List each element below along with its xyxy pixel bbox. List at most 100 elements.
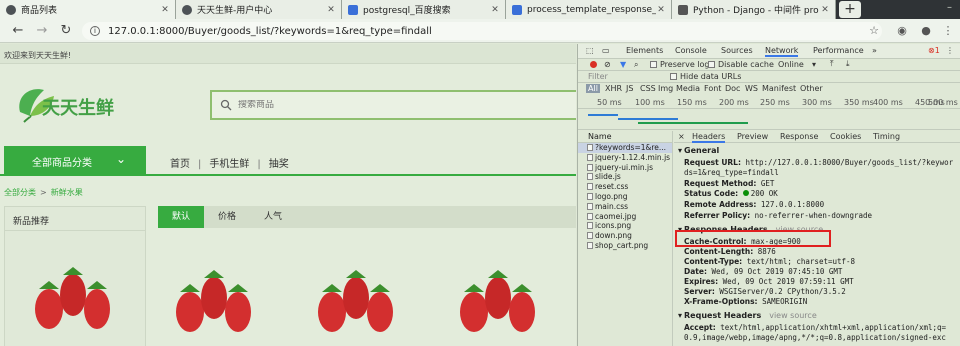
record-icon[interactable]	[590, 61, 597, 68]
type-img[interactable]: Img	[658, 84, 673, 93]
import-icon[interactable]: ⤒	[830, 59, 834, 69]
timeline-overview[interactable]	[578, 110, 960, 130]
extension-icon[interactable]: ◉	[894, 23, 910, 39]
nav-home[interactable]: 首页	[170, 159, 190, 170]
breadcrumb-fruit[interactable]: 新鲜水果	[51, 188, 83, 197]
address-url: 127.0.0.1:8000/Buyer/goods_list/?keyword…	[108, 25, 432, 37]
device-toolbar-icon[interactable]: ▭	[602, 46, 610, 55]
sort-popularity[interactable]: 人气	[250, 206, 296, 228]
tab-django-middleware[interactable]: Python - Django - 中间件 pro ✕	[672, 0, 836, 19]
reload-icon[interactable]: ↻	[58, 23, 74, 39]
tab-sources[interactable]: Sources	[721, 46, 753, 55]
more-tabs-icon[interactable]: »	[872, 46, 877, 55]
type-other[interactable]: Other	[800, 84, 823, 93]
request-row[interactable]: jquery-ui.min.js	[578, 163, 672, 173]
sort-price[interactable]: 价格	[204, 206, 250, 228]
view-source-link[interactable]: view source	[769, 311, 817, 320]
search-icon[interactable]: ⌕	[634, 60, 638, 70]
close-icon[interactable]: ✕	[326, 5, 336, 15]
request-row[interactable]: main.css	[578, 202, 672, 212]
type-all[interactable]: All	[586, 84, 600, 93]
tab-title: 天天生鲜-用户中心	[197, 6, 273, 16]
type-ws[interactable]: WS	[745, 84, 758, 93]
throttling-select[interactable]: Online	[778, 60, 804, 69]
tab-postgresql-search[interactable]: postgresql_百度搜索 ✕	[342, 0, 506, 19]
request-row[interactable]: jquery-1.12.4.min.js	[578, 153, 672, 163]
type-js[interactable]: JS	[626, 84, 633, 93]
general-section[interactable]: ▾ General	[678, 146, 719, 155]
clear-icon[interactable]: ⊘	[604, 60, 611, 69]
request-row[interactable]: logo.png	[578, 192, 672, 202]
menu-icon[interactable]: ⋮	[940, 23, 956, 39]
request-row[interactable]: ?keywords=1&re...	[578, 143, 672, 153]
type-font[interactable]: Font	[704, 84, 721, 93]
breadcrumb-all[interactable]: 全部分类	[4, 188, 36, 197]
preserve-log-checkbox[interactable]: Preserve log	[650, 60, 710, 69]
filter-icon[interactable]: ▼	[620, 60, 626, 69]
request-row[interactable]: icons.png	[578, 221, 672, 231]
close-icon[interactable]: ✕	[656, 5, 666, 15]
request-row[interactable]: down.png	[578, 231, 672, 241]
tab-user-center[interactable]: 天天生鲜-用户中心 ✕	[176, 0, 342, 19]
settings-icon[interactable]: ⋮	[946, 46, 954, 55]
tab-console[interactable]: Console	[675, 46, 707, 55]
tab-headers[interactable]: Headers	[692, 132, 726, 143]
tab-response[interactable]: Response	[780, 132, 818, 141]
product-image[interactable]	[168, 250, 260, 346]
tab-preview[interactable]: Preview	[737, 132, 768, 141]
info-icon[interactable]: i	[90, 26, 100, 36]
product-image[interactable]	[27, 247, 119, 343]
tab-network[interactable]: Network	[765, 46, 799, 57]
site-logo[interactable]: 天天生鲜	[14, 82, 134, 130]
tab-timing[interactable]: Timing	[873, 132, 900, 141]
page-viewport: 欢迎来到天天生鲜! 天天生鲜 全部商品分类 ⌄ 首页|手机生鲜|抽奖 全部分类>…	[0, 44, 576, 346]
tab-elements[interactable]: Elements	[626, 46, 663, 55]
address-bar[interactable]: i 127.0.0.1:8000/Buyer/goods_list/?keywo…	[82, 22, 882, 40]
request-headers-section[interactable]: ▾ Request Headers view source	[678, 311, 817, 320]
hide-data-urls-checkbox[interactable]: Hide data URLs	[670, 72, 741, 81]
request-row[interactable]: slide.js	[578, 172, 672, 182]
type-media[interactable]: Media	[676, 84, 700, 93]
window-controls[interactable]: –	[947, 2, 952, 13]
filter-input[interactable]: Filter	[588, 72, 608, 81]
close-icon[interactable]: ✕	[160, 5, 170, 15]
all-categories-button[interactable]: 全部商品分类 ⌄	[4, 146, 146, 176]
close-icon[interactable]: ✕	[820, 5, 830, 15]
devtools-panel: ⬚ ▭ Elements Console Sources Network Per…	[577, 44, 960, 346]
product-image[interactable]	[310, 250, 402, 346]
nav-links: 首页 | 手机生鲜 | 抽奖	[170, 159, 289, 170]
forward-arrow-icon[interactable]: →	[34, 23, 50, 39]
disable-cache-checkbox[interactable]: Disable cache	[708, 60, 774, 69]
close-detail-icon[interactable]: ×	[678, 132, 685, 141]
header-line: Status Code: 200 OK	[684, 189, 778, 198]
nav-lottery[interactable]: 抽奖	[269, 159, 289, 170]
type-manifest[interactable]: Manifest	[762, 84, 796, 93]
profile-icon[interactable]: ●	[918, 23, 934, 39]
request-list: Name ?keywords=1&re... jquery-1.12.4.min…	[578, 131, 673, 346]
new-tab-button[interactable]: +	[839, 1, 861, 18]
type-css[interactable]: CSS	[640, 84, 656, 93]
search-box[interactable]	[210, 90, 576, 120]
tab-process-template[interactable]: process_template_response_ ✕	[506, 0, 672, 19]
devtools-tabs: ⬚ ▭ Elements Console Sources Network Per…	[578, 44, 960, 59]
close-icon[interactable]: ✕	[490, 5, 500, 15]
product-image[interactable]	[452, 250, 544, 346]
nav-mobile-fresh[interactable]: 手机生鲜	[209, 159, 249, 170]
star-icon[interactable]: ☆	[866, 23, 882, 39]
request-row[interactable]: caomei.jpg	[578, 212, 672, 222]
request-row[interactable]: shop_cart.png	[578, 241, 672, 251]
tab-performance[interactable]: Performance	[813, 46, 864, 55]
sort-default[interactable]: 默认	[158, 206, 204, 228]
tab-goods-list[interactable]: 商品列表 ✕	[0, 0, 176, 19]
request-row[interactable]: reset.css	[578, 182, 672, 192]
baidu-paw-icon	[348, 4, 358, 15]
name-column-header[interactable]: Name	[578, 131, 672, 143]
type-xhr[interactable]: XHR	[605, 84, 622, 93]
tab-cookies[interactable]: Cookies	[830, 132, 861, 141]
export-icon[interactable]: ⤓	[846, 59, 850, 69]
type-doc[interactable]: Doc	[725, 84, 740, 93]
inspect-icon[interactable]: ⬚	[586, 46, 594, 55]
search-input[interactable]	[238, 100, 438, 110]
blog-icon	[678, 4, 688, 15]
back-arrow-icon[interactable]: ←	[10, 23, 26, 39]
